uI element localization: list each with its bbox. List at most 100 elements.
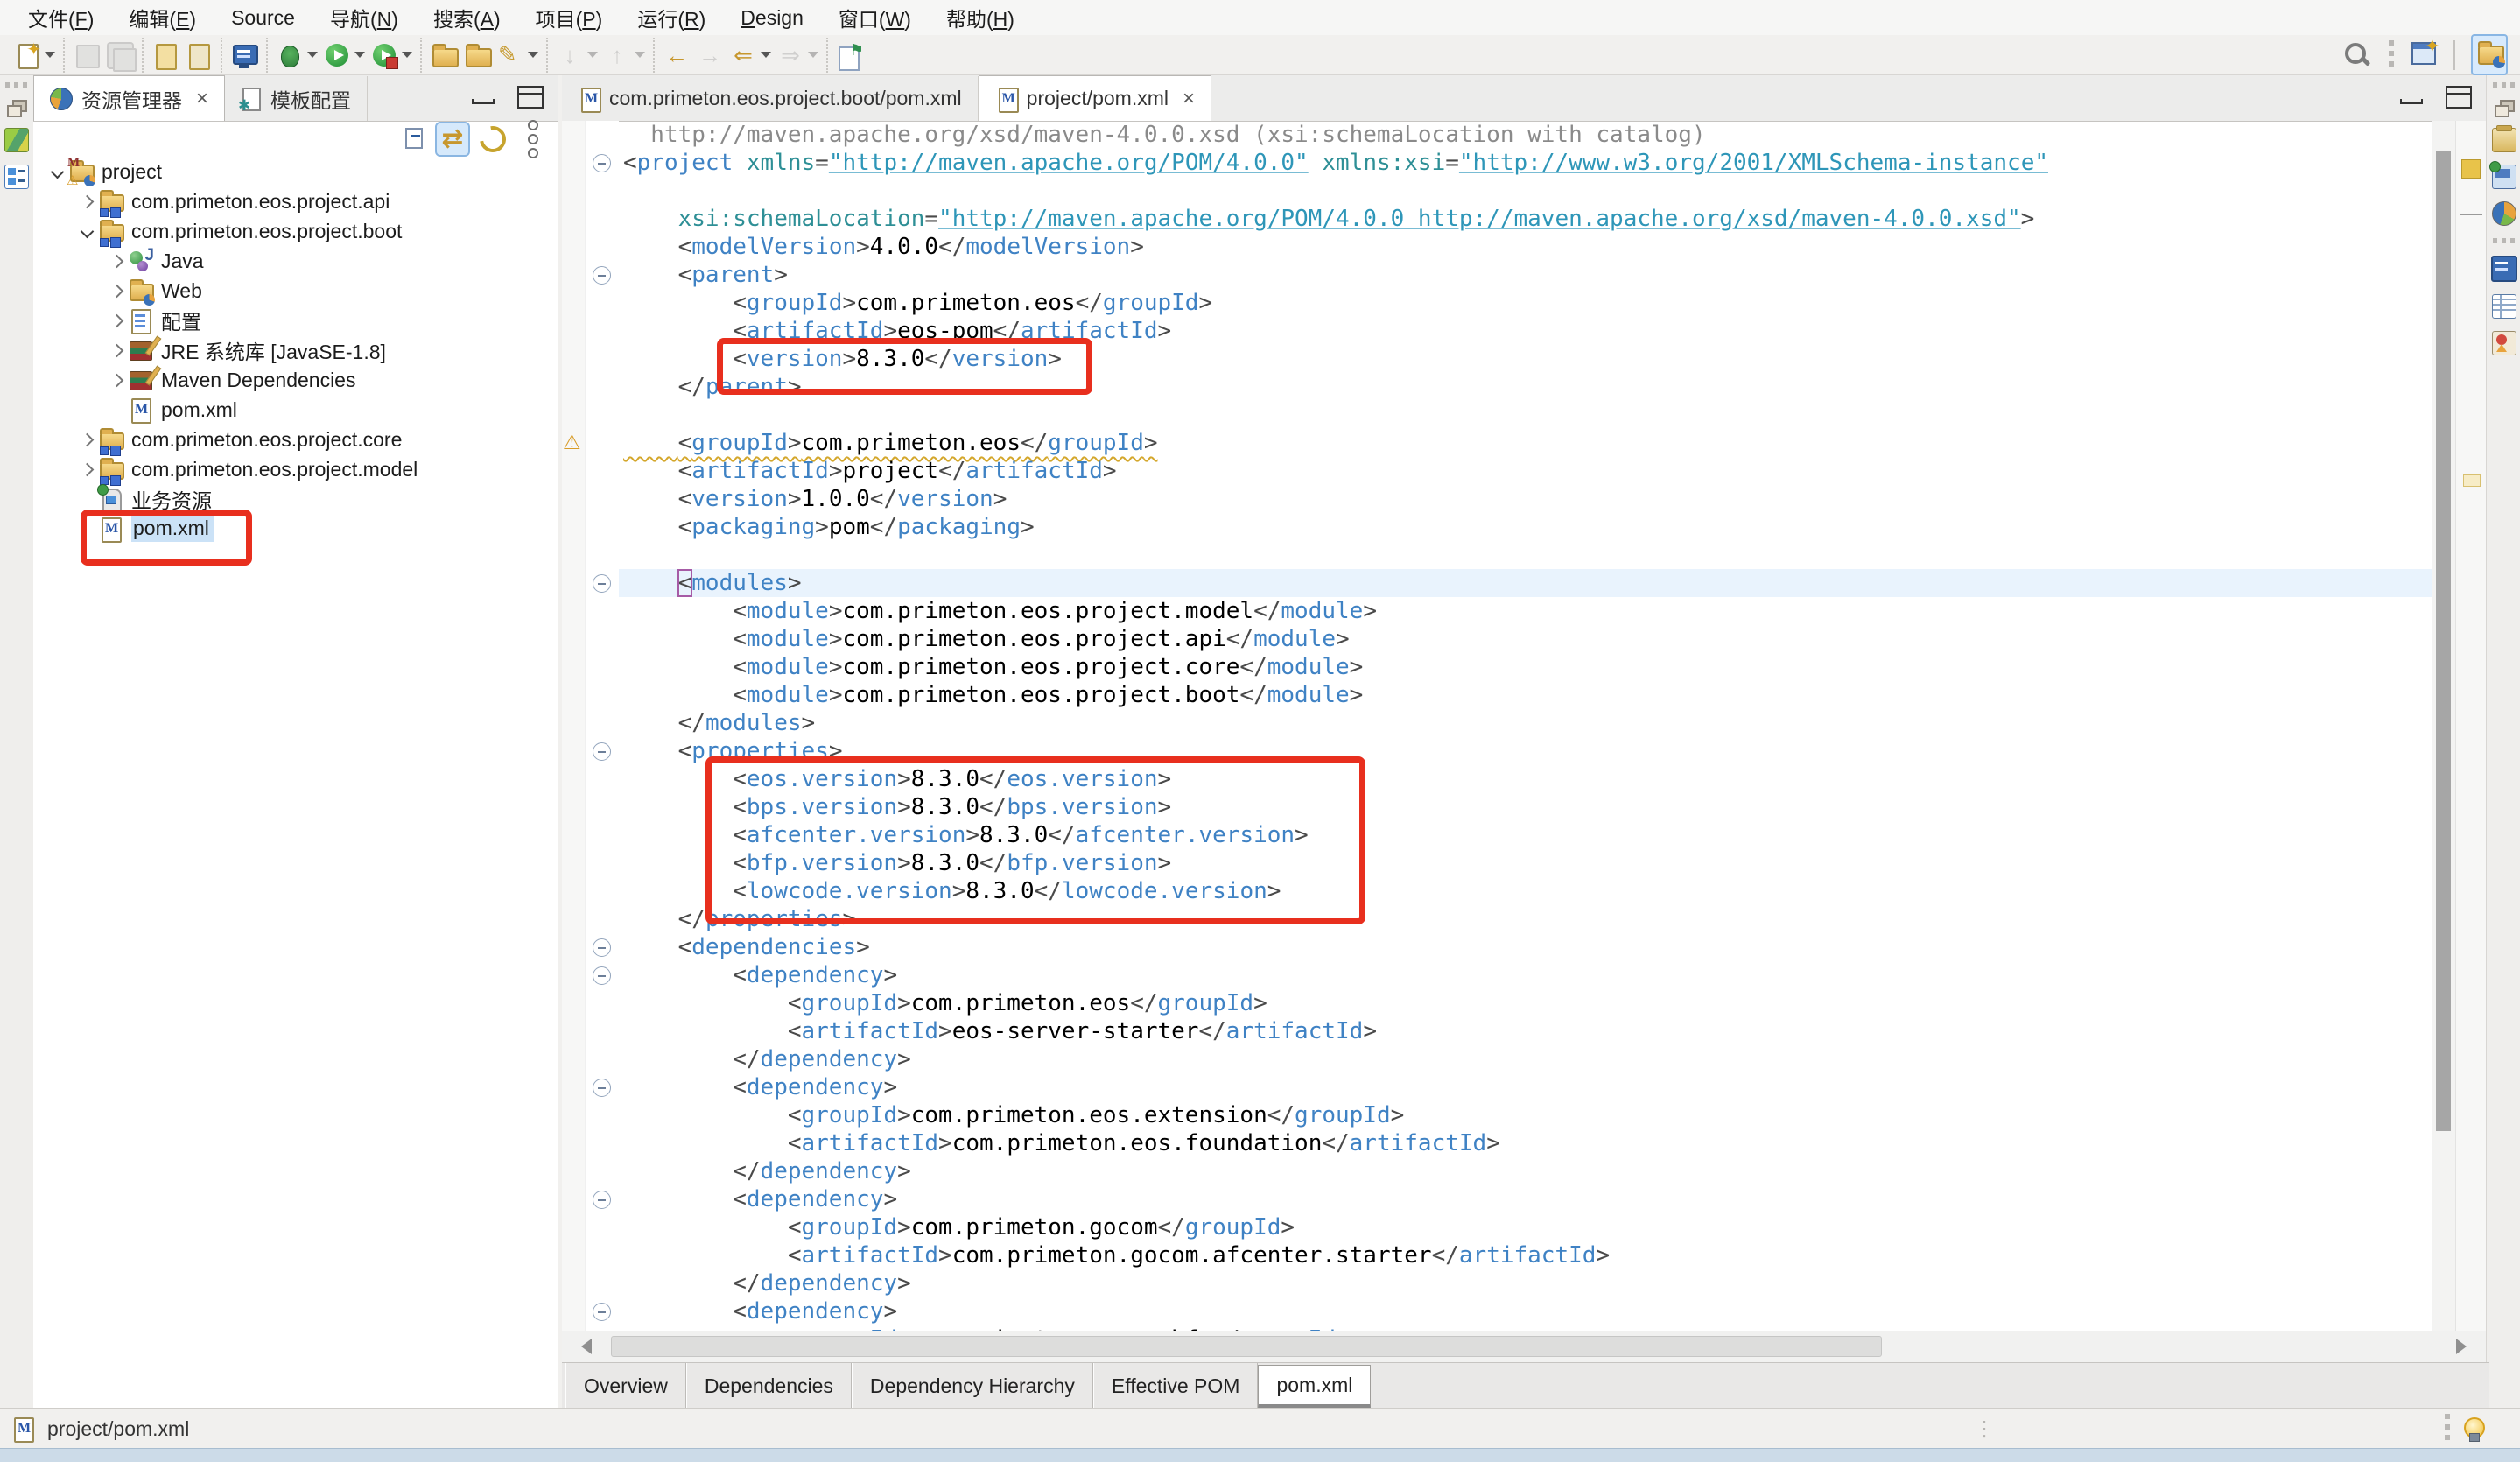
tree-item-Maven-Dependencies[interactable]: Maven Dependencies (33, 365, 558, 395)
code-line-10[interactable]: </parent> (619, 373, 2432, 401)
editor-tab-1[interactable]: Mcom.primeton.eos.project.boot/pom.xml (562, 76, 979, 121)
code-line-21[interactable]: <module>com.primeton.eos.project.boot</m… (619, 681, 2432, 709)
page-tab-dependency-hierarchy[interactable]: Dependency Hierarchy (852, 1363, 1093, 1409)
fold-collapse-icon[interactable] (593, 938, 611, 957)
nav-forward-dropdown-icon[interactable] (808, 52, 818, 58)
minimize-icon[interactable] (2400, 99, 2423, 104)
code-line-3[interactable] (619, 177, 2432, 205)
export-war-button[interactable] (182, 39, 215, 71)
code-line-1[interactable]: http://maven.apache.org/xsd/maven-4.0.0.… (619, 121, 2432, 149)
save-button[interactable] (70, 39, 103, 71)
tree-item-pom.xml[interactable]: Mpom.xml (33, 514, 558, 544)
nav-back-dropdown-icon[interactable] (761, 52, 771, 58)
code-line-43[interactable]: <dependency> (619, 1297, 2432, 1325)
explorer-tab-template-config[interactable]: 模板配置 (225, 76, 368, 121)
tree-item-project[interactable]: M⚠project (33, 157, 558, 186)
code-line-15[interactable]: <packaging>pom</packaging> (619, 513, 2432, 541)
page-tab-dependencies[interactable]: Dependencies (686, 1363, 852, 1409)
jar-view-icon[interactable] (2492, 128, 2516, 152)
monitor-green-view-icon[interactable] (2492, 165, 2516, 189)
code-line-2[interactable]: <project xmlns="http://maven.apache.org/… (619, 149, 2432, 177)
map1-view-icon[interactable] (4, 128, 29, 152)
fold-collapse-icon[interactable] (593, 1303, 611, 1321)
tree-twistie-icon[interactable] (105, 257, 128, 266)
code-line-16[interactable] (619, 541, 2432, 569)
code-line-19[interactable]: <module>com.primeton.eos.project.api</mo… (619, 625, 2432, 653)
fold-collapse-icon[interactable] (593, 966, 611, 985)
code-line-18[interactable]: <module>com.primeton.eos.project.model</… (619, 597, 2432, 625)
profile-button[interactable] (368, 39, 415, 71)
table-view-icon[interactable] (2492, 294, 2516, 319)
tree-item-com.primeton.eos.project.boot[interactable]: com.primeton.eos.project.boot (33, 216, 558, 246)
code-line-31[interactable]: <dependency> (619, 961, 2432, 989)
restore-view-icon[interactable] (7, 100, 26, 116)
hscroll-left-arrow-icon[interactable] (581, 1339, 592, 1354)
tree-item-com.primeton.eos.project.model[interactable]: com.primeton.eos.project.model (33, 454, 558, 484)
menu-item-8[interactable]: Design (725, 4, 819, 32)
menu-item-7[interactable]: 运行(R) (621, 1, 721, 34)
back-history-button[interactable]: ← (660, 39, 693, 71)
maximize-icon[interactable] (2446, 86, 2472, 109)
menu-item-3[interactable]: Source (215, 4, 311, 32)
sign-dropdown-icon[interactable] (528, 52, 538, 58)
code-line-9[interactable]: <version>8.3.0</version> (619, 345, 2432, 373)
lightbulb-icon[interactable] (2462, 1417, 2485, 1440)
tree-item-Web[interactable]: Web (33, 276, 558, 306)
code-line-28[interactable]: <lowcode.version>8.3.0</lowcode.version> (619, 877, 2432, 905)
code-line-6[interactable]: <parent> (619, 261, 2432, 289)
refresh-button[interactable] (477, 123, 509, 155)
run-dropdown-icon[interactable] (354, 52, 365, 58)
code-line-22[interactable]: </modules> (619, 709, 2432, 737)
tree-twistie-icon[interactable] (105, 346, 128, 355)
page-tab-effective-pom[interactable]: Effective POM (1093, 1363, 1259, 1409)
code-line-24[interactable]: <eos.version>8.3.0</eos.version> (619, 765, 2432, 793)
code-line-30[interactable]: <dependencies> (619, 933, 2432, 961)
new-wizard-button[interactable]: ✦ (11, 39, 58, 71)
code-line-23[interactable]: <properties> (619, 737, 2432, 765)
code-line-13[interactable]: <artifactId>project</artifactId> (619, 457, 2432, 485)
tree-twistie-icon[interactable] (105, 376, 128, 385)
tree-item-com.primeton.eos.project.core[interactable]: com.primeton.eos.project.core (33, 425, 558, 454)
menu-item-2[interactable]: 编辑(E) (113, 1, 212, 34)
outline2-view-icon[interactable] (4, 165, 29, 189)
close-icon[interactable]: × (1183, 87, 1195, 111)
editor-tab-2[interactable]: Mproject/pom.xml× (979, 75, 1211, 121)
debug-dropdown-icon[interactable] (307, 52, 318, 58)
push-dropdown-icon[interactable] (635, 52, 645, 58)
tree-item-业务资源[interactable]: 业务资源 (33, 484, 558, 514)
code-line-27[interactable]: <bfp.version>8.3.0</bfp.version> (619, 849, 2432, 877)
code-line-33[interactable]: <artifactId>eos-server-starter</artifact… (619, 1017, 2432, 1045)
code-line-37[interactable]: <artifactId>com.primeton.eos.foundation<… (619, 1129, 2432, 1157)
fold-collapse-icon[interactable] (593, 154, 611, 172)
code-line-4[interactable]: xsi:schemaLocation="http://maven.apache.… (619, 205, 2432, 233)
search-icon[interactable] (2341, 39, 2373, 71)
open-folder2-button[interactable] (460, 39, 494, 71)
menu-item-1[interactable]: 文件(F) (12, 1, 109, 34)
xml-source-viewer[interactable]: ⚠ http://maven.apache.org/xsd/maven-4.0.… (562, 121, 2486, 1331)
tree-item-Java[interactable]: JJava (33, 246, 558, 276)
profile-dropdown-icon[interactable] (402, 52, 412, 58)
horizontal-scrollbar-thumb[interactable] (611, 1336, 1882, 1357)
fold-collapse-icon[interactable] (593, 1079, 611, 1097)
tree-item-JRE-系统库-JavaSE-1.8-[interactable]: JRE 系统库 [JavaSE-1.8] (33, 335, 558, 365)
console-blue-view-icon[interactable] (2491, 256, 2517, 282)
horizontal-scrollbar[interactable] (562, 1331, 2486, 1362)
resource-perspective-button[interactable] (2471, 34, 2508, 75)
hscroll-right-arrow-icon[interactable] (2456, 1339, 2467, 1354)
menu-item-4[interactable]: 导航(N) (314, 1, 414, 34)
page-tab-pom-xml[interactable]: pom.xml (1258, 1365, 1371, 1409)
code-line-34[interactable]: </dependency> (619, 1045, 2432, 1073)
code-line-36[interactable]: <groupId>com.primeton.eos.extension</gro… (619, 1101, 2432, 1129)
fold-collapse-icon[interactable] (593, 266, 611, 285)
open-folder-button[interactable] (427, 39, 460, 71)
open-perspective-button[interactable]: ✦ (2410, 39, 2438, 71)
menu-item-6[interactable]: 项目(P) (520, 1, 619, 34)
tree-twistie-icon[interactable] (75, 465, 98, 474)
export-jar-button[interactable] (149, 39, 182, 71)
explorer-tab-resource-manager[interactable]: 资源管理器× (33, 75, 225, 121)
pull-button[interactable]: ↓ (553, 39, 600, 71)
push-button[interactable]: ↑ (600, 39, 648, 71)
code-line-25[interactable]: <bps.version>8.3.0</bps.version> (619, 793, 2432, 821)
sign-button[interactable]: ✎ (494, 39, 541, 71)
code-line-11[interactable] (619, 401, 2432, 429)
